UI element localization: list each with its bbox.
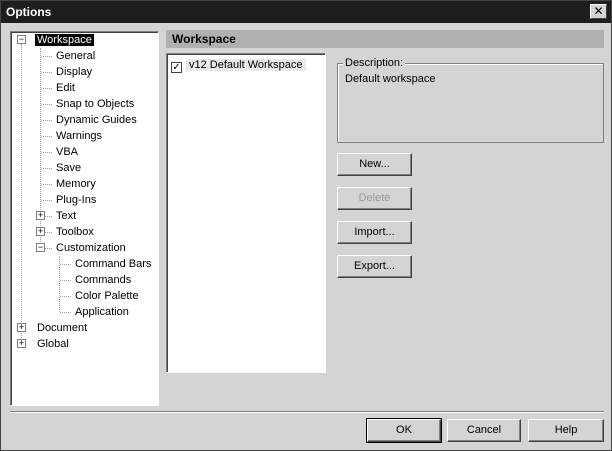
export-button[interactable]: Export...	[337, 255, 412, 278]
description-text: Default workspace	[345, 73, 436, 85]
expand-icon[interactable]: +	[36, 211, 45, 220]
collapse-icon[interactable]: −	[36, 243, 45, 252]
tree-item-dynamic-guides[interactable]: Dynamic Guides	[54, 112, 139, 128]
tree-connector	[60, 312, 71, 313]
tree-item-document[interactable]: Document	[35, 320, 89, 336]
cancel-button[interactable]: Cancel	[447, 419, 521, 442]
tree-item-label: Warnings	[56, 130, 103, 142]
tree-connector	[41, 88, 52, 89]
tree-item-label: Color Palette	[75, 290, 139, 302]
tree-item-label: Global	[37, 338, 69, 350]
tree-item-command-bars[interactable]: Command Bars	[73, 256, 153, 272]
tree-item-label: Display	[56, 66, 93, 78]
tree-item-label: Dynamic Guides	[56, 114, 137, 126]
tree-item-text[interactable]: Text	[54, 208, 78, 224]
import-button[interactable]: Import...	[337, 221, 412, 244]
tree-item-warnings[interactable]: Warnings	[54, 128, 104, 144]
tree-connector	[41, 152, 52, 153]
tree-item-toolbox[interactable]: Toolbox	[54, 224, 96, 240]
footer-separator	[10, 411, 604, 413]
tree-connector	[41, 56, 52, 57]
tree-item-label: Memory	[56, 178, 96, 190]
ok-button[interactable]: OK	[366, 418, 442, 443]
help-button[interactable]: Help	[528, 419, 604, 442]
tree-item-label: General	[56, 50, 96, 62]
expand-icon[interactable]: +	[17, 339, 26, 348]
expand-icon[interactable]: +	[36, 227, 45, 236]
tree-connector	[60, 280, 71, 281]
tree-connector	[41, 184, 52, 185]
tree-item-application[interactable]: Application	[73, 304, 131, 320]
tree-item-label: Workspace	[35, 34, 94, 46]
title-bar: Options ✕	[1, 1, 611, 23]
description-label: Description:	[343, 57, 406, 69]
tree-item-global[interactable]: Global	[35, 336, 71, 352]
workspace-item-label: v12 Default Workspace	[186, 59, 306, 71]
close-icon[interactable]: ✕	[590, 4, 607, 19]
tree-guide-line	[21, 44, 22, 344]
tree-item-label: Edit	[56, 82, 75, 94]
tree-item-display[interactable]: Display	[54, 64, 94, 80]
tree-connector	[60, 296, 71, 297]
tree-item-label: Snap to Objects	[56, 98, 135, 110]
delete-button[interactable]: Delete	[337, 187, 412, 210]
tree-connector	[60, 264, 71, 265]
tree-item-label: Document	[37, 322, 88, 334]
tree-connector	[41, 120, 52, 121]
tree-item-general[interactable]: General	[54, 48, 97, 64]
tree-item-customization[interactable]: Customization	[54, 240, 128, 256]
workspace-checkbox[interactable]: ✓	[171, 62, 182, 73]
category-tree[interactable]: Workspace − General Display Edit Snap to Obje…	[10, 31, 159, 406]
tree-item-memory[interactable]: Memory	[54, 176, 98, 192]
tree-item-label: Customization	[56, 242, 126, 254]
tree-item-save[interactable]: Save	[54, 160, 83, 176]
tree-connector	[41, 168, 52, 169]
tree-item-label: Commands	[75, 274, 132, 286]
tree-item-edit[interactable]: Edit	[54, 80, 77, 96]
tree-connector	[41, 104, 52, 105]
new-button[interactable]: New...	[337, 153, 412, 176]
tree-connector	[41, 72, 52, 73]
tree-item-label: Toolbox	[56, 226, 94, 238]
description-group: Description: Default workspace	[337, 57, 604, 143]
tree-item-color-palette[interactable]: Color Palette	[73, 288, 141, 304]
tree-item-commands[interactable]: Commands	[73, 272, 133, 288]
options-dialog: Options ✕ Workspace − General Display Edit Sn…	[0, 0, 612, 451]
workspace-list-item[interactable]: ✓ v12 Default Workspace	[171, 57, 306, 73]
tree-item-label: VBA	[56, 146, 79, 158]
collapse-icon[interactable]: −	[17, 35, 26, 44]
tree-item-label: Command Bars	[75, 258, 152, 270]
window-title: Options	[6, 5, 52, 19]
tree-item-label: Save	[56, 162, 82, 174]
tree-item-label: Application	[75, 306, 129, 318]
expand-icon[interactable]: +	[17, 323, 26, 332]
tree-item-label: Text	[56, 210, 77, 222]
tree-item-vba[interactable]: VBA	[54, 144, 80, 160]
tree-item-plug-ins[interactable]: Plug-Ins	[54, 192, 98, 208]
section-header: Workspace	[166, 30, 604, 48]
tree-item-workspace[interactable]: Workspace	[35, 32, 94, 48]
tree-connector	[41, 136, 52, 137]
workspace-list[interactable]: ✓ v12 Default Workspace	[166, 53, 326, 373]
tree-item-snap-to-objects[interactable]: Snap to Objects	[54, 96, 136, 112]
tree-item-label: Plug-Ins	[56, 194, 97, 206]
tree-connector	[41, 200, 52, 201]
